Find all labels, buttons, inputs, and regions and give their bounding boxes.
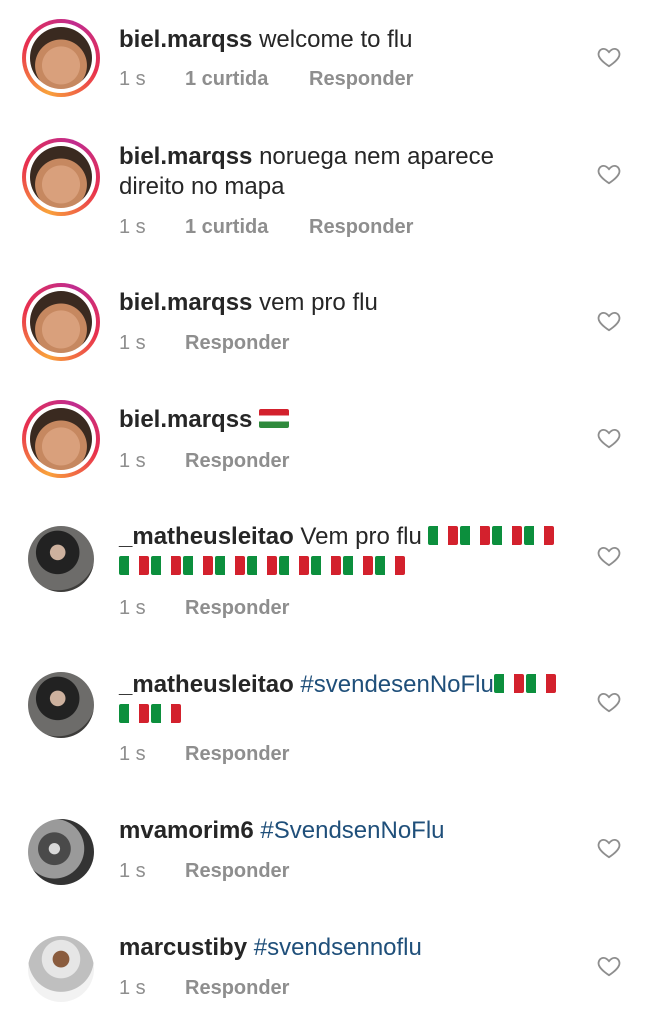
avatar[interactable] <box>22 520 100 598</box>
comment-meta: 1 s Responder <box>119 742 289 766</box>
italy-flag-emoji <box>311 556 341 575</box>
reply-button[interactable]: Responder <box>185 742 289 766</box>
comment-time: 1 s <box>119 977 146 999</box>
comment-username[interactable]: marcustiby <box>119 934 247 961</box>
comment-time: 1 s <box>119 860 146 882</box>
italy-flag-emoji <box>525 674 556 693</box>
heart-outline-icon[interactable] <box>596 308 622 334</box>
avatar[interactable] <box>22 400 100 478</box>
comment-body: biel.marqss welcome to flu <box>119 25 589 55</box>
heart-outline-icon[interactable] <box>596 689 622 715</box>
reply-button[interactable]: Responder <box>185 859 289 883</box>
italy-flag-emoji <box>119 556 149 575</box>
comment-meta: 1 s Responder <box>119 976 289 1000</box>
italy-flag-emoji <box>151 704 181 723</box>
comment-hashtag[interactable]: #SvendsenNoFlu <box>260 817 444 844</box>
comment-likes-count[interactable]: 1 curtida <box>185 215 309 239</box>
avatar[interactable] <box>22 930 100 1008</box>
heart-outline-icon[interactable] <box>596 425 622 451</box>
comments-list: biel.marqss welcome to flu 1 s 1 curtida… <box>0 0 661 1024</box>
comment-username[interactable]: biel.marqss <box>119 143 252 170</box>
comment-time: 1 s <box>119 743 146 765</box>
italy-flag-emoji <box>493 674 524 693</box>
italy-flag-emoji <box>492 526 523 545</box>
comment-username[interactable]: _matheusleitao <box>119 523 294 550</box>
reply-button[interactable]: Responder <box>185 596 289 620</box>
comment-hashtag[interactable]: #svendesenNoFlu <box>300 671 493 698</box>
italy-flag-emoji <box>343 556 373 575</box>
comment-body: _matheusleitao #svendesenNoFlu <box>119 670 579 730</box>
italy-flag-emoji <box>119 704 149 723</box>
comment-text: vem pro flu <box>259 289 378 316</box>
italy-flag-emoji <box>151 556 181 575</box>
comment-body: biel.marqss vem pro flu <box>119 288 589 318</box>
comment-body: biel.marqss <box>119 405 589 435</box>
comment-username[interactable]: biel.marqss <box>119 289 252 316</box>
avatar[interactable] <box>22 19 100 97</box>
reply-button[interactable]: Responder <box>309 215 413 239</box>
hungary-flag-emoji <box>259 409 290 428</box>
comment-meta: 1 s Responder <box>119 859 289 883</box>
comment-body: mvamorim6 #SvendsenNoFlu <box>119 816 589 846</box>
comment-time: 1 s <box>119 450 146 472</box>
comment-time: 1 s <box>119 216 146 238</box>
italy-flag-emoji <box>279 556 309 575</box>
comment-time: 1 s <box>119 597 146 619</box>
avatar[interactable] <box>22 283 100 361</box>
heart-outline-icon[interactable] <box>596 543 622 569</box>
comment-meta: 1 s Responder <box>119 449 289 473</box>
heart-outline-icon[interactable] <box>596 44 622 70</box>
heart-outline-icon[interactable] <box>596 835 622 861</box>
comment-meta: 1 s Responder <box>119 596 289 620</box>
comment-username[interactable]: biel.marqss <box>119 406 252 433</box>
reply-button[interactable]: Responder <box>185 331 289 355</box>
comment-meta: 1 s 1 curtida Responder <box>119 215 413 239</box>
comment-text: welcome to flu <box>259 26 413 53</box>
reply-button[interactable]: Responder <box>185 449 289 473</box>
comment-hashtag[interactable]: #svendsennoflu <box>254 934 422 961</box>
comment-meta: 1 s Responder <box>119 331 289 355</box>
reply-button[interactable]: Responder <box>185 976 289 1000</box>
avatar[interactable] <box>22 666 100 744</box>
comment-likes-count[interactable]: 1 curtida <box>185 67 309 91</box>
avatar[interactable] <box>22 138 100 216</box>
avatar[interactable] <box>22 813 100 891</box>
comment-body: marcustiby #svendsennoflu <box>119 933 589 963</box>
italy-flag-emoji <box>460 526 491 545</box>
heart-outline-icon[interactable] <box>596 953 622 979</box>
reply-button[interactable]: Responder <box>309 67 413 91</box>
comment-meta: 1 s 1 curtida Responder <box>119 67 413 91</box>
comment-time: 1 s <box>119 332 146 354</box>
italy-flag-emoji <box>375 556 405 575</box>
italy-flag-emoji <box>215 556 245 575</box>
italy-flag-emoji <box>247 556 277 575</box>
heart-outline-icon[interactable] <box>596 161 622 187</box>
comment-body: biel.marqss noruega nem aparece direito … <box>119 142 539 202</box>
comment-text: Vem pro flu <box>300 523 422 550</box>
comment-time: 1 s <box>119 68 146 90</box>
italy-flag-emoji <box>524 526 555 545</box>
comment-username[interactable]: _matheusleitao <box>119 671 294 698</box>
italy-flag-emoji <box>428 526 459 545</box>
comment-username[interactable]: mvamorim6 <box>119 817 254 844</box>
comment-username[interactable]: biel.marqss <box>119 26 252 53</box>
comment-body: _matheusleitao Vem pro flu <box>119 522 579 582</box>
italy-flag-emoji <box>183 556 213 575</box>
